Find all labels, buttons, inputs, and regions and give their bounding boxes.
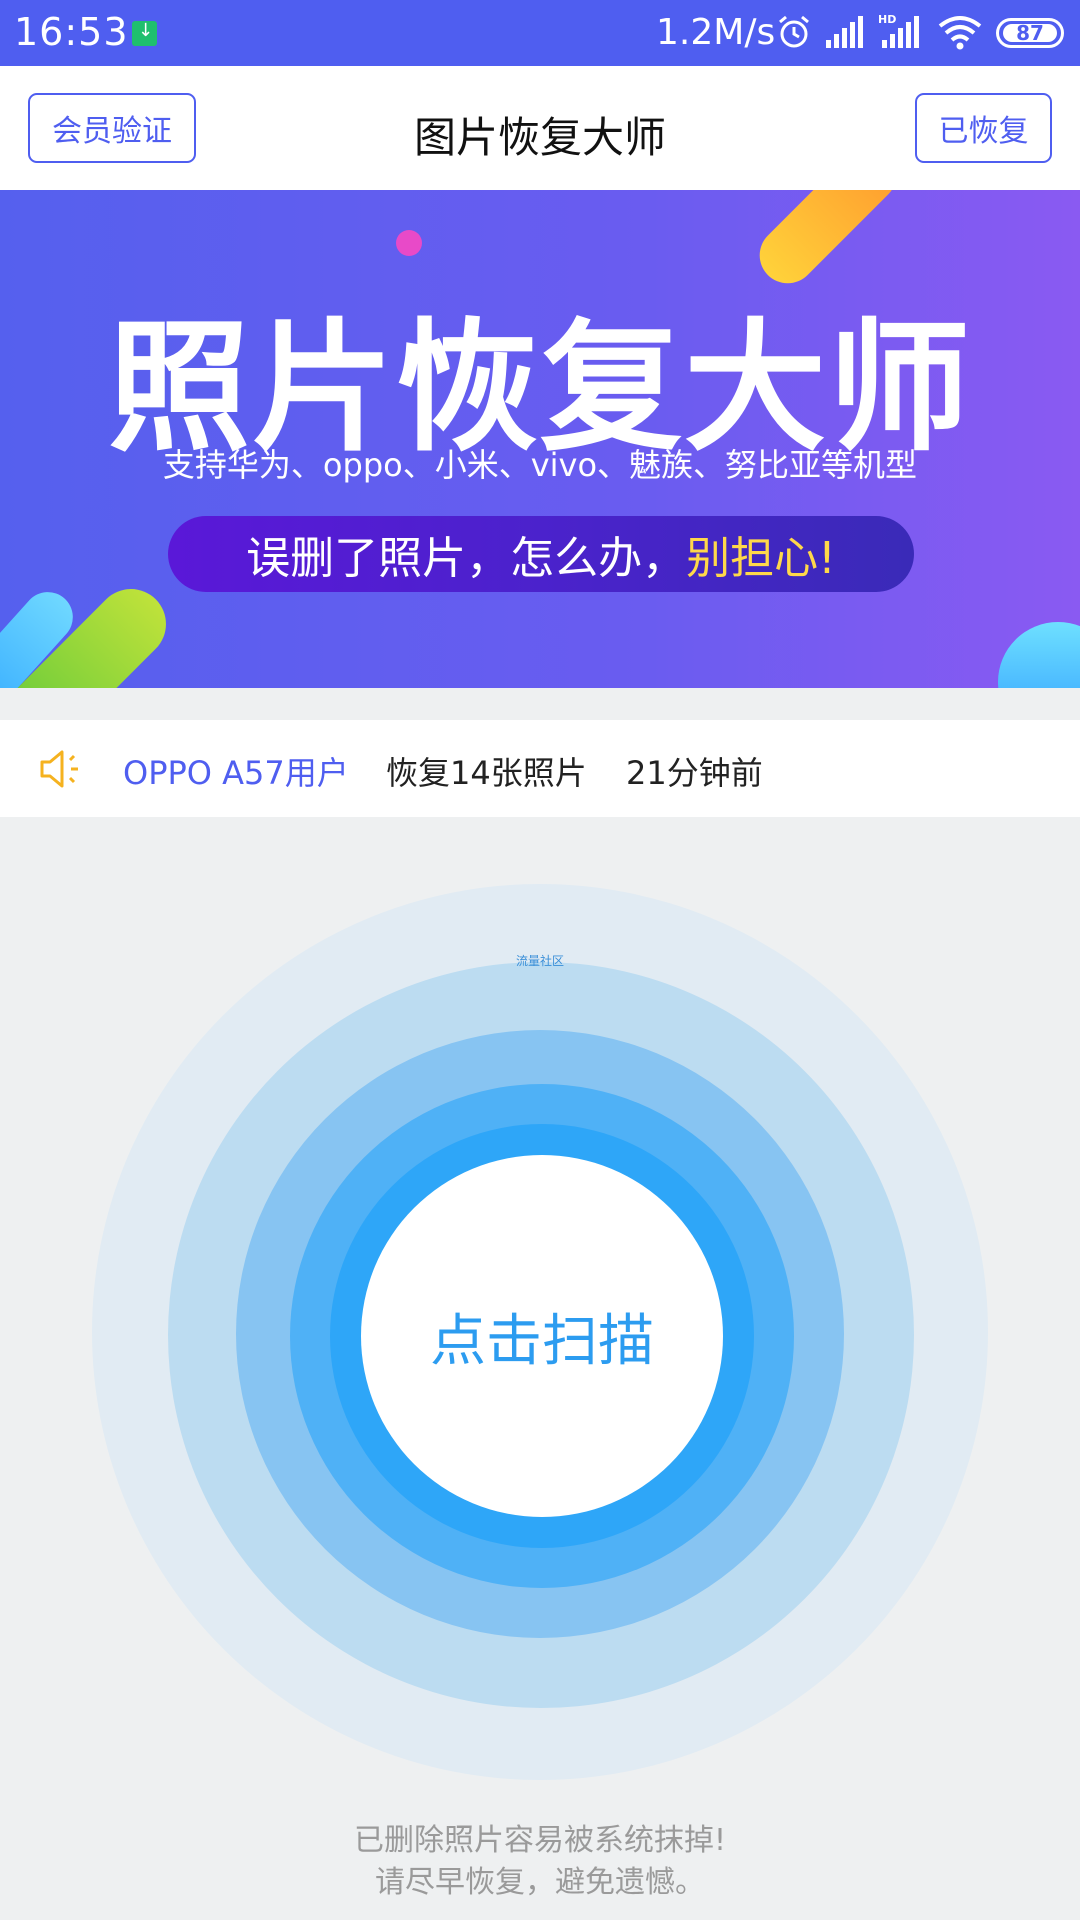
banner-pill: 误删了照片，怎么办， 别担心! <box>168 516 914 592</box>
decor-dot <box>396 230 422 256</box>
decor-circle <box>998 622 1080 688</box>
promo-banner[interactable]: 照片恢复大师 支持华为、oppo、小米、vivo、魅族、努比亚等机型 误删了照片… <box>0 190 1080 688</box>
footer-line-2: 请尽早恢复，避免遗憾。 <box>375 1865 705 1900</box>
footer-warning: 已删除照片容易被系统抹掉! 请尽早恢复，避免遗憾。 <box>0 1820 1080 1904</box>
app-header: 会员验证 图片恢复大师 已恢复 <box>0 66 1080 190</box>
watermark-text: 流量社区 <box>515 954 564 968</box>
notice-user: OPPO A57用户 <box>123 754 349 792</box>
download-icon <box>132 20 157 46</box>
svg-text:HD: HD <box>878 13 896 26</box>
alarm-icon <box>779 15 809 48</box>
recovered-button[interactable]: 已恢复 <box>915 93 1052 163</box>
network-speed: 1.2M/s <box>656 12 776 53</box>
battery-level: 87 <box>1016 21 1044 45</box>
notice-action: 恢复14张照片 <box>386 754 587 792</box>
status-time: 16:53 <box>14 10 129 54</box>
notice-time: 21分钟前 <box>626 754 763 792</box>
scan-button[interactable]: 点击扫描 <box>361 1155 723 1517</box>
pill-text: 误删了照片，怎么办， <box>246 533 687 584</box>
pill-highlight: 别担心! <box>686 533 836 584</box>
wifi-icon <box>938 16 982 50</box>
status-bar: 16:53 1.2M/s HD 87 <box>0 0 1080 66</box>
battery-icon: 87 <box>996 18 1064 48</box>
signal-hd-icon: HD <box>878 13 919 48</box>
banner-subtitle: 支持华为、oppo、小米、vivo、魅族、努比亚等机型 <box>162 446 918 484</box>
recovery-notice: OPPO A57用户 恢复14张照片 21分钟前 <box>0 720 1080 817</box>
footer-line-1: 已删除照片容易被系统抹掉! <box>353 1823 727 1858</box>
speaker-icon <box>40 750 78 788</box>
signal-icon <box>826 16 863 48</box>
